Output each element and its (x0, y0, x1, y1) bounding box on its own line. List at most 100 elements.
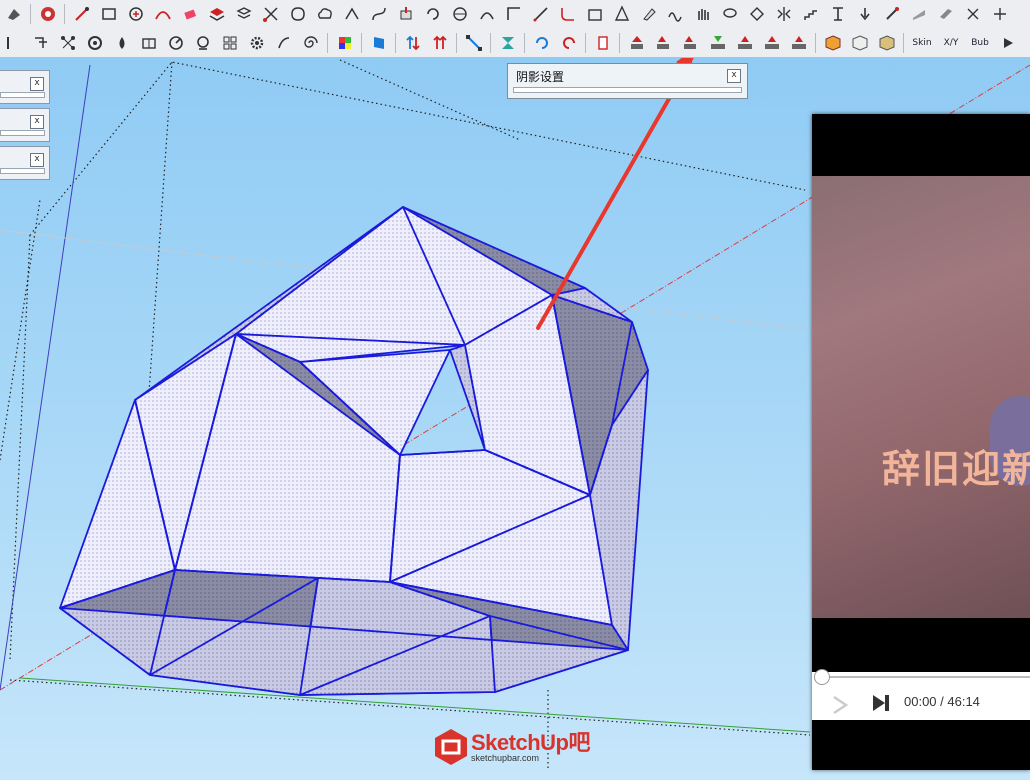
move-copy-icon[interactable] (989, 3, 1011, 25)
tray-panel[interactable]: x (0, 146, 50, 180)
layers-icon[interactable] (206, 3, 228, 25)
tray-panel[interactable]: x (0, 70, 50, 104)
offset-icon[interactable] (503, 3, 525, 25)
tray-bar (0, 168, 45, 174)
toolbar-separator (64, 4, 65, 24)
drop-icon[interactable] (111, 32, 133, 54)
toolbar-separator (619, 32, 620, 53)
gear-icon[interactable] (246, 32, 268, 54)
rotate-red-icon[interactable] (558, 32, 580, 54)
target-icon[interactable] (84, 32, 106, 54)
close-button[interactable]: x (727, 69, 741, 83)
axis-j-icon[interactable] (653, 32, 675, 54)
column-icon[interactable] (827, 3, 849, 25)
arc-icon[interactable] (152, 3, 174, 25)
tray-panel[interactable]: x (0, 108, 50, 142)
axis-v-icon[interactable] (707, 32, 729, 54)
extrude-icon[interactable] (908, 3, 930, 25)
blue-panel-icon[interactable] (368, 32, 390, 54)
lasso-icon[interactable] (719, 3, 741, 25)
axis-x-icon[interactable] (761, 32, 783, 54)
xy-button[interactable]: X/Y (939, 32, 963, 54)
panel-title: 阴影设置 (516, 70, 565, 84)
rotate-blue-icon[interactable] (531, 32, 553, 54)
blob-icon[interactable] (287, 3, 309, 25)
eraser-icon[interactable] (179, 3, 201, 25)
spray-icon[interactable] (881, 3, 903, 25)
axis-f-icon[interactable] (788, 32, 810, 54)
axis-n-icon[interactable] (734, 32, 756, 54)
shadow-settings-panel[interactable]: 阴影设置 x (507, 63, 748, 99)
plugin-icon[interactable] (37, 3, 59, 25)
rectangle-icon[interactable] (98, 3, 120, 25)
plane-icon[interactable] (935, 3, 957, 25)
pencil-red-icon[interactable] (71, 3, 93, 25)
seek-handle[interactable] (814, 669, 830, 685)
seek-bar[interactable] (812, 669, 1030, 685)
arrows-up-down-icon[interactable] (402, 32, 424, 54)
globe-icon[interactable] (192, 32, 214, 54)
hand-icon[interactable] (692, 3, 714, 25)
skin-button[interactable]: Skin (910, 32, 934, 54)
toolbar-separator (524, 32, 525, 53)
compass-icon[interactable] (165, 32, 187, 54)
cut-icon[interactable] (962, 3, 984, 25)
skip-next-icon[interactable] (870, 692, 892, 717)
polyhedron-model[interactable] (59, 206, 649, 696)
follow-me-icon[interactable] (341, 3, 363, 25)
tray-close-button[interactable]: x (30, 115, 44, 129)
toolbar-separator (585, 32, 586, 53)
sphere-icon[interactable] (449, 3, 471, 25)
logo-mark-icon (435, 729, 467, 765)
scissors-icon[interactable] (260, 3, 282, 25)
stack-icon[interactable] (233, 3, 255, 25)
cloud-icon[interactable] (314, 3, 336, 25)
orange-cube-icon[interactable] (822, 32, 844, 54)
textured-cube-icon[interactable] (876, 32, 898, 54)
box-icon[interactable] (584, 3, 606, 25)
hourglass-icon[interactable] (497, 32, 519, 54)
flip-icon[interactable] (746, 3, 768, 25)
pushpull-icon[interactable] (395, 3, 417, 25)
mirror-icon[interactable] (773, 3, 795, 25)
logo-name: SketchUp吧 (471, 729, 590, 755)
scale-icon[interactable] (30, 32, 52, 54)
bub-button[interactable]: Bub (968, 32, 992, 54)
color-cube-icon[interactable] (334, 32, 356, 54)
paint-bucket-icon[interactable] (3, 3, 25, 25)
circle-icon[interactable] (125, 3, 147, 25)
play-icon[interactable] (997, 32, 1019, 54)
arrows-red-icon[interactable] (429, 32, 451, 54)
spiral-icon[interactable] (300, 32, 322, 54)
curve-icon[interactable] (368, 3, 390, 25)
paint-icon[interactable] (638, 3, 660, 25)
toolbar-separator (903, 32, 904, 53)
white-cube-icon[interactable] (849, 32, 871, 54)
tray-close-button[interactable]: x (30, 77, 44, 91)
video-frame[interactable]: 辞旧迎新 (812, 176, 1030, 618)
line-icon[interactable] (530, 3, 552, 25)
axis-r-icon[interactable] (680, 32, 702, 54)
fillet-icon[interactable] (557, 3, 579, 25)
bend-icon[interactable] (476, 3, 498, 25)
seek-track[interactable] (820, 676, 1030, 678)
stairs-icon[interactable] (800, 3, 822, 25)
wave-icon[interactable] (665, 3, 687, 25)
grid-icon[interactable] (219, 32, 241, 54)
tray-close-button[interactable]: x (30, 153, 44, 167)
pin-icon[interactable] (592, 32, 614, 54)
toolbar-secondary: Skin X/Y Bub (0, 28, 1030, 58)
play-icon[interactable] (830, 694, 850, 721)
graph-icon[interactable] (57, 32, 79, 54)
toolbar-separator (327, 32, 328, 53)
tray-bar (0, 130, 45, 136)
video-player[interactable]: 辞旧迎新 00:00 / 46:14 (812, 114, 1030, 770)
ruler-icon[interactable] (3, 32, 25, 54)
rotate-icon[interactable] (422, 3, 444, 25)
drop-down-icon[interactable] (854, 3, 876, 25)
shadow-toggle-icon[interactable] (626, 32, 648, 54)
diagonal-icon[interactable] (463, 32, 485, 54)
slash-icon[interactable] (273, 32, 295, 54)
cone-icon[interactable] (611, 3, 633, 25)
cabinet-icon[interactable] (138, 32, 160, 54)
